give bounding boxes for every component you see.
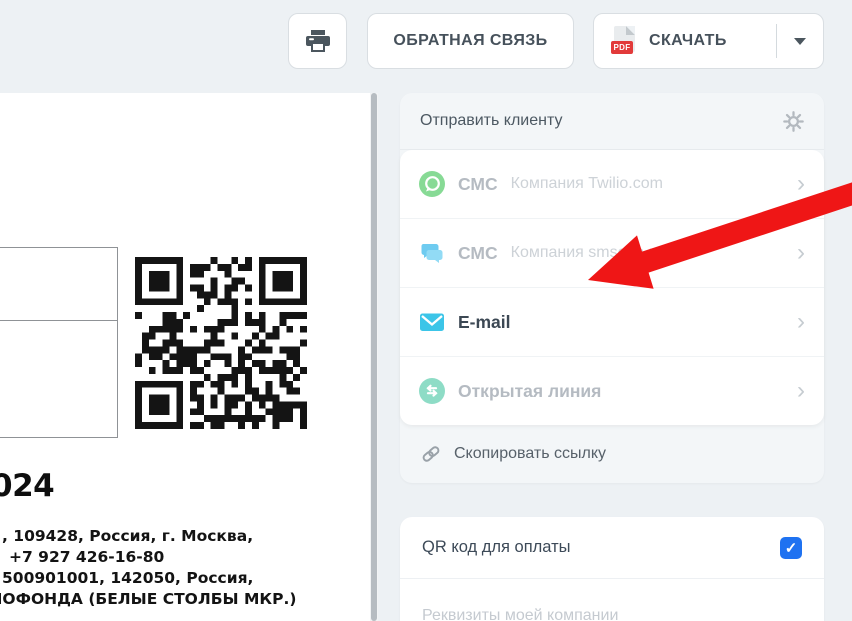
chevron-right-icon [797, 172, 805, 196]
qr-payment-checkbox[interactable] [780, 536, 802, 559]
channel-label: Открытая линия [458, 380, 602, 401]
download-button-label: СКАЧАТЬ [649, 32, 727, 49]
open-line-row[interactable]: Открытая линия [400, 356, 824, 425]
pdf-file-icon: PDF [611, 26, 636, 56]
table-cell [0, 320, 118, 438]
address-line: , 109428, Россия, г. Москва, [2, 527, 254, 545]
app-window: ОБРАТНАЯ СВЯЗЬ PDF СКАЧАТЬ 024 , 109428,… [0, 0, 852, 621]
address-line: МОФОНДА (БЕЛЫЕ СТОЛБЫ МКР.) [0, 590, 297, 608]
panel-title: Отправить клиенту [420, 112, 563, 129]
chevron-down-icon [794, 37, 806, 45]
chevron-right-icon [797, 310, 805, 334]
chevron-right-icon [797, 241, 805, 265]
download-button[interactable]: PDF СКАЧАТЬ [593, 13, 824, 69]
channel-provider: Компания Twilio.com [510, 175, 663, 192]
send-channels-card: СМС Компания Twilio.com СМС Компания sms… [400, 150, 824, 425]
channel-label: E-mail [458, 311, 511, 332]
channel-label: СМС [458, 173, 498, 194]
link-icon [420, 443, 442, 465]
table-cell [0, 247, 118, 321]
chevron-right-icon [797, 379, 805, 403]
feedback-button-label: ОБРАТНАЯ СВЯЗЬ [393, 32, 548, 49]
email-row[interactable]: E-mail [400, 287, 824, 356]
whatsapp-icon [419, 171, 445, 197]
document-preview[interactable]: 024 , 109428, Россия, г. Москва, +7 927 … [0, 93, 370, 621]
sms-twilio-row[interactable]: СМС Компания Twilio.com [400, 150, 824, 218]
pdf-badge: PDF [611, 41, 633, 54]
phone-line: +7 927 426-16-80 [9, 548, 165, 566]
sms-provider-row[interactable]: СМС Компания smseda.ru [400, 218, 824, 287]
copy-link-label: Скопировать ссылку [454, 445, 607, 462]
document-number-fragment: 024 [0, 468, 55, 504]
qr-payment-row: QR код для оплаты [400, 517, 824, 579]
address-line: 500901001, 142050, Россия, [2, 569, 254, 587]
copy-link-button[interactable]: Скопировать ссылку [400, 425, 824, 483]
channel-provider: Компания smseda.ru [510, 244, 663, 261]
feedback-button[interactable]: ОБРАТНАЯ СВЯЗЬ [367, 13, 574, 69]
sms-chat-icon [419, 240, 445, 266]
panel-header: Отправить клиенту [400, 93, 824, 150]
channel-label: СМС [458, 242, 498, 263]
email-icon [419, 309, 445, 335]
company-requisites-label: Реквизиты моей компании [422, 607, 619, 621]
scrollbar-thumb[interactable] [371, 93, 377, 621]
company-requisites-row[interactable]: Реквизиты моей компании [400, 579, 824, 621]
qr-payment-card: QR код для оплаты Реквизиты моей компани… [400, 517, 824, 621]
send-to-client-panel: Отправить клиенту СМС Компания Twilio.co… [400, 93, 824, 483]
printer-icon [305, 29, 331, 53]
open-line-icon [419, 378, 445, 404]
gear-icon[interactable] [783, 110, 804, 132]
document-scrollbar[interactable] [370, 93, 378, 621]
qr-payment-label: QR код для оплаты [422, 538, 571, 556]
print-button[interactable] [288, 13, 347, 69]
download-options-toggle[interactable] [777, 14, 823, 68]
qr-code [135, 257, 307, 429]
